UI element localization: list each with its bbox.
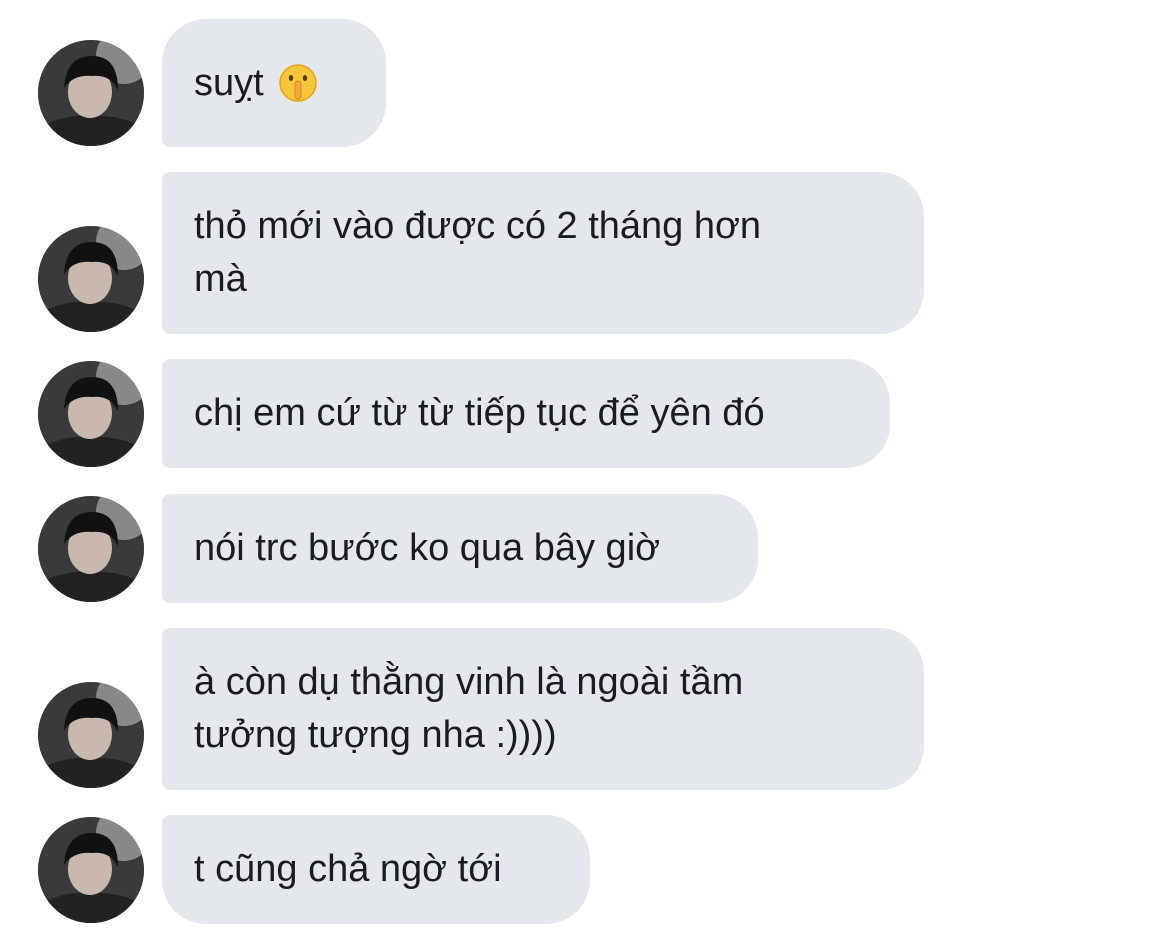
message-text: suỵt: [194, 61, 264, 104]
message-bubble[interactable]: suỵt: [162, 19, 386, 147]
sender-avatar[interactable]: [38, 226, 144, 332]
sender-avatar[interactable]: [38, 496, 144, 602]
message-bubble[interactable]: nói trc bước ko qua bây giờ: [162, 494, 758, 603]
message-text: chị em cứ từ từ tiếp tục để yên đó: [194, 392, 765, 434]
message-text: t cũng chả ngờ tới: [194, 848, 502, 890]
person-avatar-icon: [38, 496, 144, 602]
message-text: thỏ mới vào được có 2 tháng hơn mà: [194, 205, 762, 300]
person-avatar-icon: [38, 40, 144, 146]
person-avatar-icon: [38, 361, 144, 467]
sender-avatar[interactable]: [38, 817, 144, 923]
message-bubble[interactable]: à còn dụ thằng vinh là ngoài tầm tưởng t…: [162, 628, 924, 790]
sender-avatar[interactable]: [38, 361, 144, 467]
message-text: à còn dụ thằng vinh là ngoài tầm tưởng t…: [194, 661, 744, 756]
message-bubble[interactable]: chị em cứ từ từ tiếp tục để yên đó: [162, 359, 890, 468]
message-text: nói trc bước ko qua bây giờ: [194, 527, 661, 569]
message-bubble[interactable]: thỏ mới vào được có 2 tháng hơn mà: [162, 172, 924, 334]
shushing-face-emoji-icon: [278, 64, 317, 102]
message-bubble[interactable]: t cũng chả ngờ tới: [162, 815, 590, 924]
sender-avatar[interactable]: [38, 682, 144, 788]
sender-avatar[interactable]: [38, 40, 144, 146]
person-avatar-icon: [38, 226, 144, 332]
person-avatar-icon: [38, 817, 144, 923]
person-avatar-icon: [38, 682, 144, 788]
